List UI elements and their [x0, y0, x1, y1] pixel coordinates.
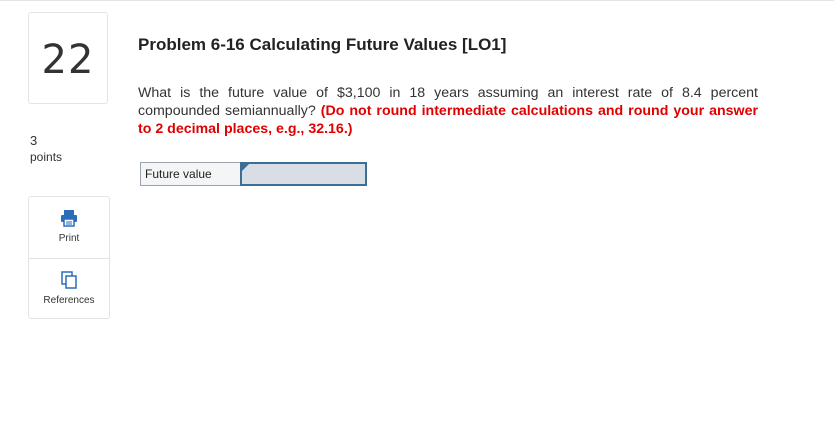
top-divider — [0, 0, 834, 1]
question-number-box: 22 — [28, 12, 108, 104]
tools-panel: Print References — [28, 196, 110, 319]
points-value: 3 — [30, 133, 38, 148]
references-label: References — [43, 295, 95, 306]
points-label: points — [30, 150, 63, 164]
copy-pages-icon — [61, 271, 77, 289]
question-text: What is the future value of $3,100 in 18… — [138, 84, 758, 138]
future-value-label: Future value — [140, 162, 240, 186]
answer-row: Future value — [140, 162, 367, 186]
printer-icon — [61, 210, 77, 227]
references-button[interactable]: References — [29, 258, 109, 319]
question-number: 22 — [41, 37, 95, 83]
problem-title: Problem 6-16 Calculating Future Values [… — [138, 35, 507, 54]
print-label: Print — [58, 233, 80, 244]
future-value-input[interactable] — [242, 164, 365, 184]
future-value-field[interactable] — [240, 162, 367, 186]
print-button[interactable]: Print — [29, 197, 109, 258]
